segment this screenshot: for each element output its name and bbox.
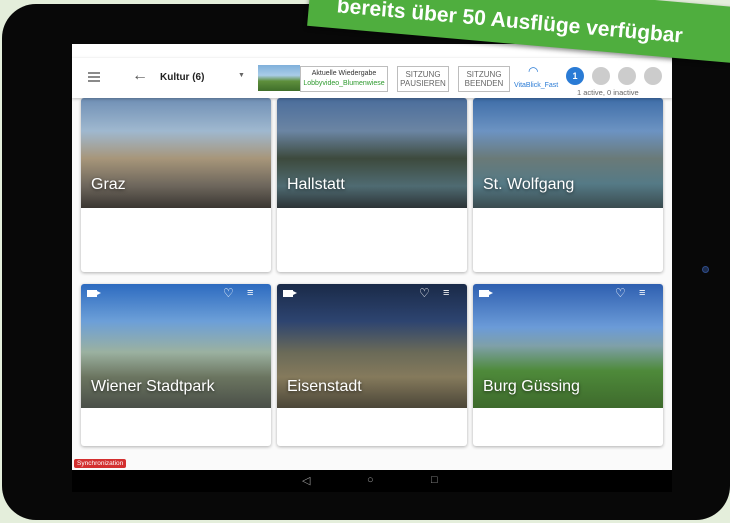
nav-recents-icon[interactable]: □	[431, 474, 438, 486]
video-camera-icon	[87, 290, 101, 297]
tour-title: Wiener Stadtpark	[91, 378, 215, 395]
end-session-button[interactable]: SITZUNG BEENDEN	[458, 66, 510, 92]
playlist-add-icon[interactable]: ≡	[639, 287, 645, 299]
tour-title: Burg Güssing	[483, 378, 580, 395]
playlist-add-icon[interactable]: ≡	[247, 287, 253, 299]
playback-label: Aktuelle Wiedergabe	[311, 70, 377, 77]
tour-title: Eisenstadt	[287, 378, 362, 395]
network-name: VitaBlick_Fast	[514, 82, 559, 89]
nav-home-icon[interactable]: ○	[367, 474, 374, 486]
device-slot[interactable]	[644, 67, 662, 85]
video-camera-icon	[479, 290, 493, 297]
nav-back-icon[interactable]: ◁	[302, 474, 310, 487]
wifi-icon: ◠	[528, 64, 539, 78]
playback-thumbnail	[258, 65, 300, 91]
playlist-add-icon[interactable]: ≡	[443, 287, 449, 299]
video-camera-icon	[283, 290, 297, 297]
device-slot[interactable]	[618, 67, 636, 85]
current-playback: Aktuelle Wiedergabe Lobbyvideo_Blumenwie…	[300, 66, 388, 92]
back-arrow-icon[interactable]: ←	[132, 67, 148, 85]
heart-icon[interactable]: ♡	[223, 286, 234, 300]
device-count-badge[interactable]: 1	[566, 67, 584, 85]
heart-icon[interactable]: ♡	[615, 286, 626, 300]
tour-card-burg-guessing[interactable]: ♡ ≡ Burg Güssing	[473, 284, 663, 446]
app-bar: ← Kultur (6) ▼ Aktuelle Wiedergabe Lobby…	[72, 58, 672, 98]
tour-card-eisenstadt[interactable]: ♡ ≡ Eisenstadt	[277, 284, 467, 446]
sync-badge: Synchronization	[74, 459, 127, 468]
tour-card-wiener-stadtpark[interactable]: ♡ ≡ Wiener Stadtpark	[81, 284, 271, 446]
tablet-camera	[702, 266, 709, 273]
dropdown-icon[interactable]: ▼	[238, 72, 245, 79]
device-slot[interactable]	[592, 67, 610, 85]
heart-icon[interactable]: ♡	[419, 286, 430, 300]
tour-title: St. Wolfgang	[483, 176, 575, 193]
category-selector[interactable]: Kultur (6)	[160, 72, 204, 83]
playback-file: Lobbyvideo_Blumenwiese	[303, 80, 385, 87]
navigation-bar: ◁ ○ □	[72, 470, 672, 492]
app-screen: ← Kultur (6) ▼ Aktuelle Wiedergabe Lobby…	[72, 44, 672, 492]
tour-card-hallstatt[interactable]: Hallstatt	[277, 98, 467, 272]
tour-title: Graz	[91, 176, 126, 193]
device-status: 1 active, 0 inactive	[577, 88, 639, 97]
menu-icon[interactable]	[88, 72, 100, 82]
pause-session-button[interactable]: SITZUNG PAUSIEREN	[397, 66, 449, 92]
tour-title: Hallstatt	[287, 176, 345, 193]
tour-card-st-wolfgang[interactable]: St. Wolfgang	[473, 98, 663, 272]
tour-card-graz[interactable]: Graz	[81, 98, 271, 272]
